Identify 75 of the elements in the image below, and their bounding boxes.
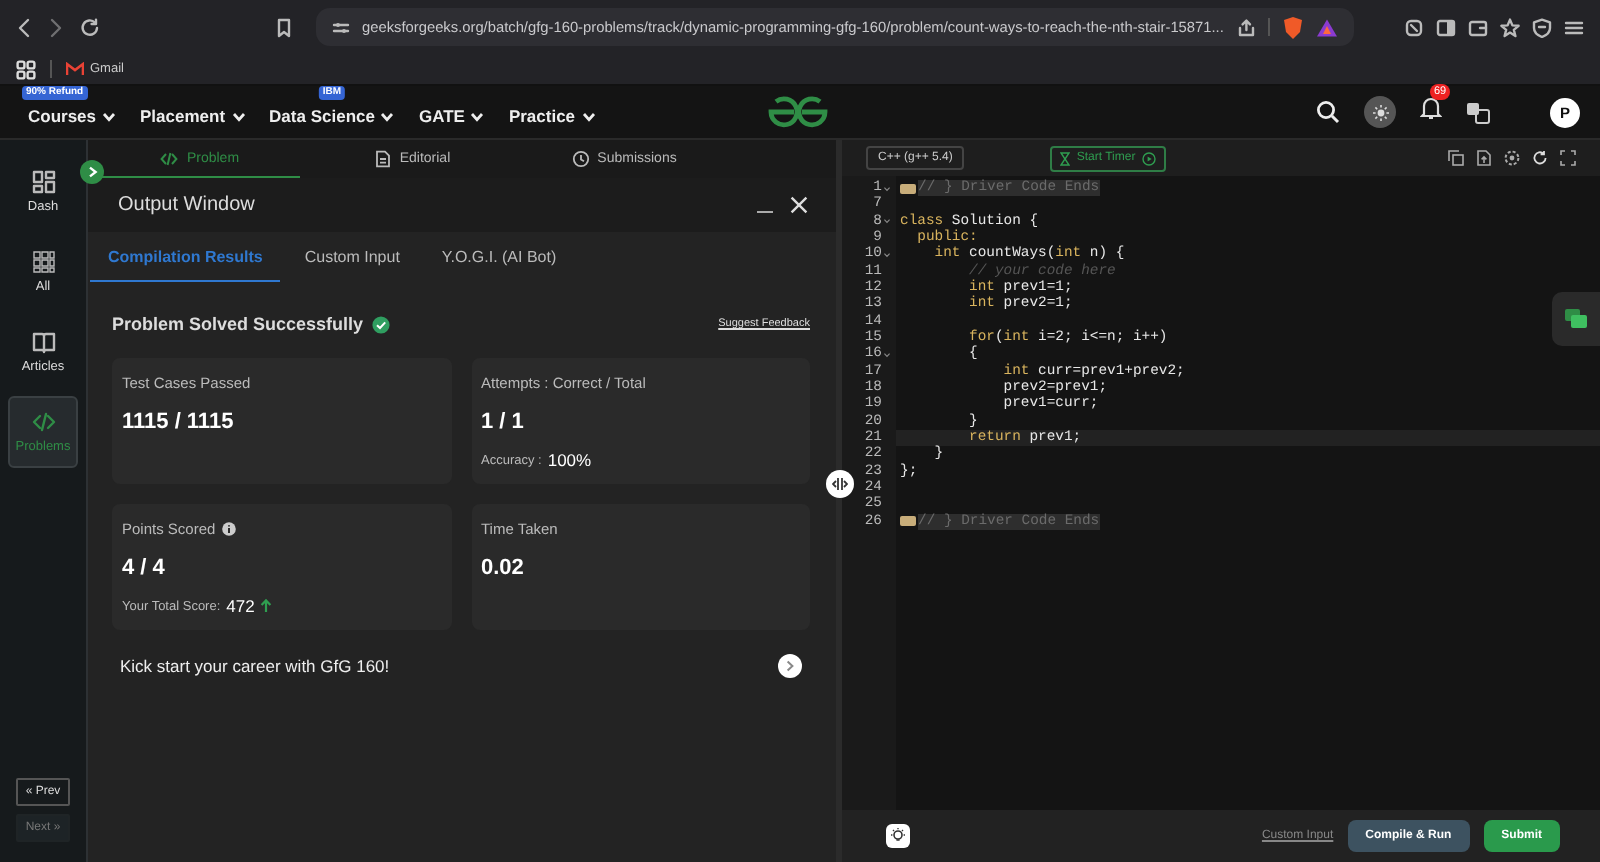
bulb-icon bbox=[890, 828, 906, 844]
fold-caret-icon[interactable] bbox=[884, 218, 890, 225]
split-arrows-icon bbox=[832, 476, 848, 492]
fold-caret-icon[interactable] bbox=[884, 351, 890, 358]
card-value: 4 / 4 bbox=[122, 556, 167, 580]
chat-button[interactable] bbox=[1552, 292, 1600, 346]
nav-menu-button[interactable]: Data Science bbox=[269, 106, 395, 126]
forward-icon[interactable] bbox=[48, 17, 64, 37]
code-icon bbox=[31, 410, 55, 434]
close-icon[interactable] bbox=[790, 196, 808, 214]
star-icon[interactable] bbox=[1500, 17, 1520, 37]
settings-icon[interactable] bbox=[1504, 150, 1520, 166]
info-icon[interactable] bbox=[221, 522, 236, 536]
window-title: Output Window bbox=[118, 194, 255, 216]
file-upload-icon[interactable] bbox=[1476, 150, 1492, 166]
triangle-icon[interactable] bbox=[1315, 17, 1338, 37]
nav-menu-button[interactable]: GATE bbox=[418, 106, 485, 126]
fold-marker-icon[interactable] bbox=[900, 183, 916, 194]
card-value: 1 / 1 bbox=[481, 410, 526, 434]
promo-text: Kick start your career with GfG 160! bbox=[120, 656, 390, 676]
search-icon[interactable] bbox=[1316, 100, 1340, 124]
logo-icon[interactable] bbox=[766, 94, 830, 130]
grid-icon bbox=[31, 250, 55, 274]
chevron-down-icon bbox=[380, 111, 395, 121]
menu-icon[interactable] bbox=[1564, 17, 1584, 37]
output-tab[interactable]: Y.O.G.I. (AI Bot) bbox=[423, 232, 575, 282]
output-tab[interactable]: Custom Input bbox=[286, 232, 418, 282]
site-settings-icon[interactable] bbox=[332, 19, 350, 35]
chevron-down-icon bbox=[102, 111, 117, 121]
chevron-down-icon bbox=[581, 111, 596, 121]
chevron-down-icon bbox=[231, 111, 246, 121]
apps-grid-icon[interactable] bbox=[16, 59, 36, 79]
dashboard-icon bbox=[31, 170, 55, 194]
nav-menu-button[interactable]: Placement bbox=[140, 106, 246, 126]
status-text: Problem Solved Successfully bbox=[112, 314, 364, 334]
theme-toggle-button[interactable] bbox=[1364, 96, 1396, 128]
fold-caret-icon[interactable] bbox=[884, 185, 890, 192]
chat-icon bbox=[1564, 308, 1588, 330]
hint-button[interactable] bbox=[886, 824, 910, 848]
bell-icon[interactable] bbox=[1420, 96, 1442, 120]
document-icon bbox=[373, 149, 392, 167]
reload-icon[interactable] bbox=[80, 17, 100, 37]
detail-value: 472 bbox=[226, 596, 255, 616]
detail-value: 100% bbox=[547, 450, 592, 470]
fullscreen-icon[interactable] bbox=[1560, 150, 1576, 166]
vpn-shield-icon[interactable] bbox=[1532, 17, 1552, 37]
code-icon bbox=[160, 149, 179, 167]
sun-icon bbox=[1371, 103, 1389, 121]
extensions-icon[interactable] bbox=[1404, 17, 1424, 37]
translate-icon[interactable] bbox=[1466, 101, 1490, 123]
play-icon bbox=[1141, 151, 1156, 165]
card-value: 0.02 bbox=[481, 556, 526, 580]
wallet-icon[interactable] bbox=[1468, 17, 1488, 37]
check-circle-icon bbox=[371, 315, 390, 333]
copy-icon[interactable] bbox=[1448, 150, 1464, 166]
card-value: 1115 / 1115 bbox=[122, 410, 236, 434]
sidebar-icon[interactable] bbox=[1436, 17, 1456, 37]
nav-menu-button[interactable]: Practice bbox=[508, 106, 596, 126]
chevron-down-icon bbox=[470, 111, 485, 121]
output-tab[interactable]: Compilation Results bbox=[90, 232, 281, 282]
reset-icon[interactable] bbox=[1532, 150, 1548, 166]
chevron-right-icon bbox=[786, 660, 794, 672]
back-icon[interactable] bbox=[16, 17, 32, 37]
next-arrow-button[interactable] bbox=[778, 654, 802, 678]
bookmark-icon[interactable] bbox=[276, 17, 292, 37]
clock-icon bbox=[571, 149, 590, 167]
mail-icon[interactable] bbox=[66, 62, 84, 76]
chevron-right-icon bbox=[87, 166, 97, 178]
share-icon[interactable] bbox=[1235, 17, 1256, 37]
nav-menu-button[interactable]: Courses bbox=[28, 106, 117, 126]
shield-icon[interactable] bbox=[1281, 15, 1304, 39]
book-icon bbox=[31, 330, 55, 354]
hourglass-icon bbox=[1060, 151, 1071, 165]
fold-marker-icon[interactable] bbox=[900, 516, 916, 527]
fold-caret-icon[interactable] bbox=[884, 251, 890, 258]
